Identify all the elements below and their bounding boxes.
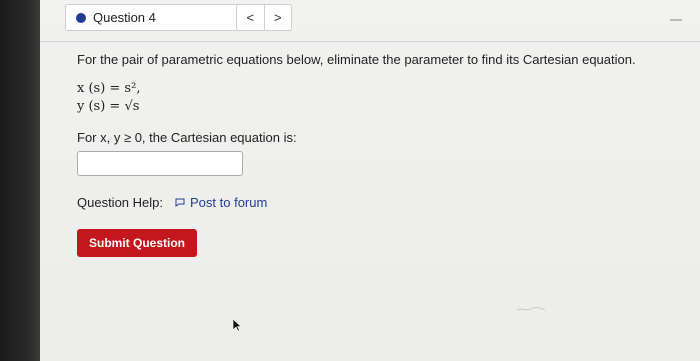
- question-selector[interactable]: Question 4 ▼: [65, 4, 263, 31]
- post-to-forum-label: Post to forum: [190, 195, 268, 210]
- minimize-icon[interactable]: [670, 19, 682, 21]
- question-selector-label: Question 4: [93, 10, 156, 25]
- cartesian-condition: For x, y ≥ 0, the Cartesian equation is:: [77, 130, 297, 145]
- question-nav: < >: [236, 4, 292, 31]
- page: Question 4 ▼ < > For the pair of paramet…: [40, 0, 700, 361]
- equation-y: y (s) = √s: [77, 99, 140, 114]
- prev-question-button[interactable]: <: [237, 5, 264, 30]
- submit-question-button[interactable]: Submit Question: [77, 229, 197, 257]
- question-content: For the pair of parametric equations bel…: [77, 52, 680, 257]
- question-help-label: Question Help:: [77, 195, 163, 210]
- top-bar: Question 4 ▼ < >: [40, 0, 700, 42]
- chat-bubble-icon: [175, 198, 185, 207]
- divider: [40, 41, 700, 42]
- question-prompt: For the pair of parametric equations bel…: [77, 52, 636, 67]
- question-help: Question Help: Post to forum: [77, 195, 680, 210]
- status-dot-icon: [76, 12, 86, 23]
- equation-x: x (s) = s²,: [77, 81, 141, 96]
- mouse-cursor-icon: [232, 318, 242, 332]
- post-to-forum-link[interactable]: Post to forum: [175, 195, 267, 210]
- answer-input[interactable]: [77, 151, 243, 176]
- next-question-button[interactable]: >: [263, 5, 292, 30]
- screen-bezel: [0, 0, 40, 361]
- scribble-mark: [516, 306, 546, 311]
